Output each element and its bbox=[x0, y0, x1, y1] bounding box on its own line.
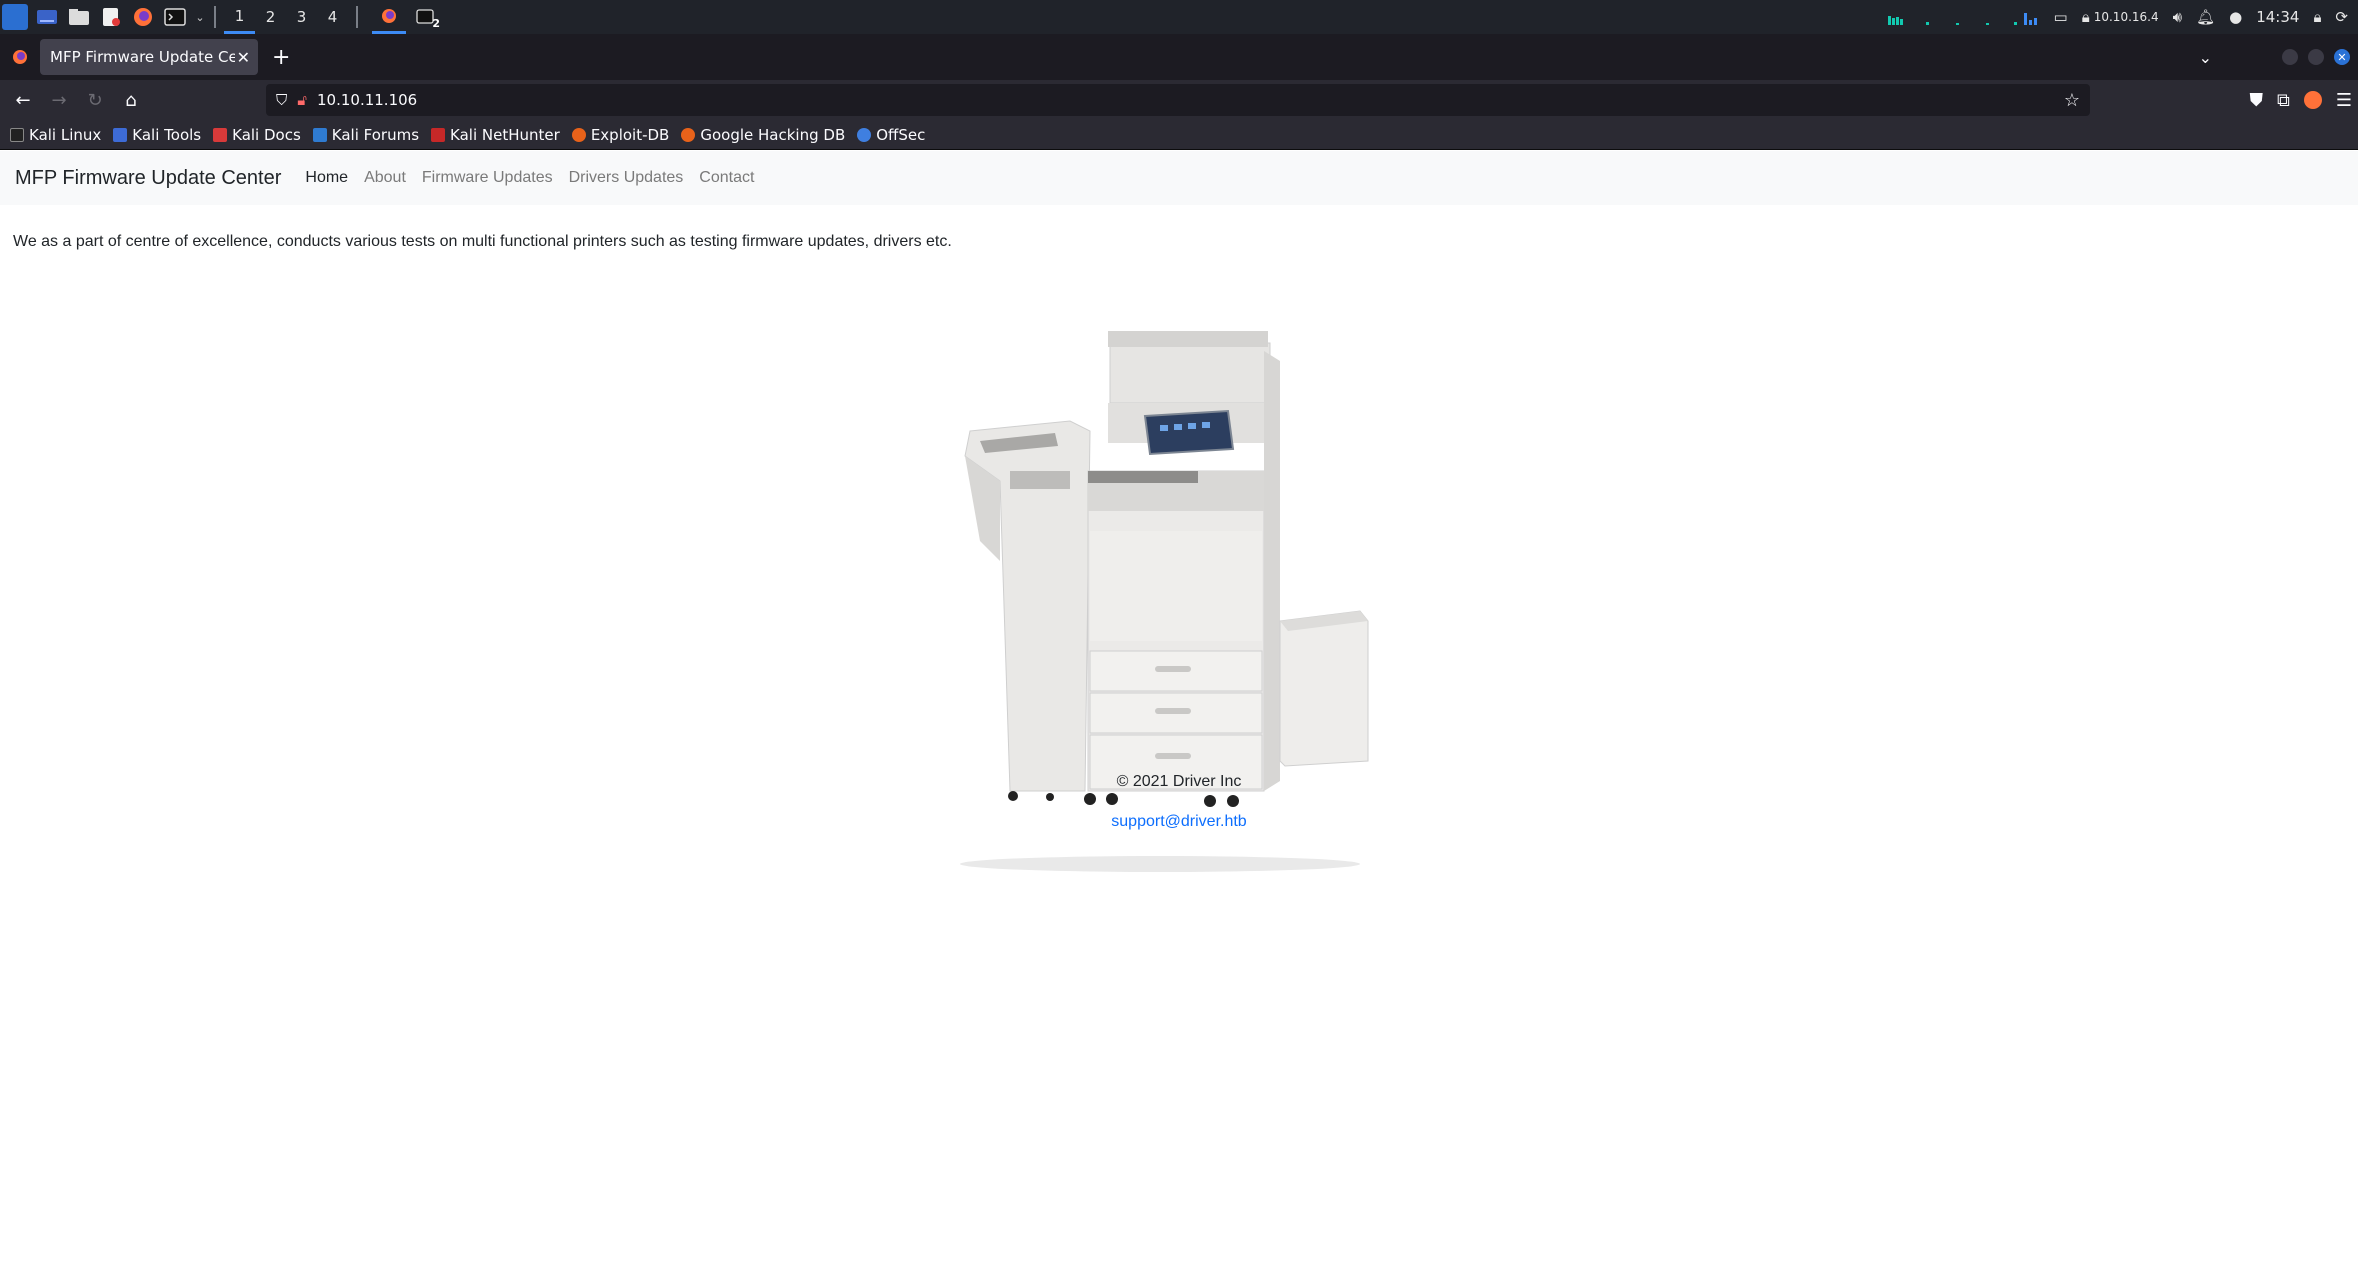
bookmark-exploit-db[interactable]: Exploit-DB bbox=[571, 125, 670, 144]
lock-screen-icon[interactable]: 🔒︎ bbox=[2313, 8, 2321, 26]
logout-icon[interactable]: ⟳ bbox=[2335, 8, 2348, 26]
kali-tools-icon bbox=[113, 127, 128, 142]
forward-arrow-icon[interactable]: → bbox=[41, 82, 77, 118]
terminal-window-icon[interactable]: 2 bbox=[412, 4, 440, 30]
list-tabs-icon[interactable]: ⌄ bbox=[2199, 48, 2212, 67]
account-icon[interactable] bbox=[2303, 91, 2322, 109]
close-window-button[interactable]: ✕ bbox=[2334, 49, 2350, 65]
bookmarks-bar: Kali Linux Kali Tools Kali Docs Kali For… bbox=[0, 120, 2358, 150]
terminal-icon[interactable] bbox=[162, 4, 188, 30]
shield-icon[interactable]: ⛉ bbox=[276, 91, 287, 109]
browser-navbar: ← → ↻ ⌂ ⛉ 🔓︎ 10.10.11.106 ☆ ⛊ ⧉ ☰ bbox=[0, 80, 2358, 120]
desktop-icon[interactable] bbox=[34, 4, 60, 30]
bookmark-label: Google Hacking DB bbox=[700, 125, 846, 144]
insecure-lock-icon[interactable]: 🔓︎ bbox=[297, 91, 307, 109]
new-tab-icon[interactable]: + bbox=[272, 45, 290, 70]
workspace-2[interactable]: 2 bbox=[255, 0, 286, 34]
workspace-3[interactable]: 3 bbox=[286, 0, 317, 34]
bookmark-label: Exploit-DB bbox=[590, 125, 670, 144]
nav-about[interactable]: About bbox=[364, 169, 406, 187]
bookmark-kali-linux[interactable]: Kali Linux bbox=[10, 126, 101, 144]
vpn-lock-icon: 🔒︎ bbox=[2081, 8, 2090, 26]
bookmark-label: Kali Forums bbox=[331, 125, 420, 144]
bookmark-offsec[interactable]: OffSec bbox=[857, 126, 925, 144]
browser-tab-strip: MFP Firmware Update Center ✕ + ⌄ ✕ bbox=[0, 34, 2358, 80]
kali-menu-icon[interactable] bbox=[2, 4, 28, 30]
bookmark-label: Kali Linux bbox=[29, 125, 102, 144]
url-bar[interactable]: ⛉ 🔓︎ 10.10.11.106 ☆ bbox=[266, 84, 2090, 116]
screen-icon[interactable]: ▭ bbox=[2054, 8, 2068, 26]
nav-firmware-updates[interactable]: Firmware Updates bbox=[422, 169, 553, 187]
firefox-window-icon[interactable] bbox=[372, 0, 406, 34]
minimize-window-button[interactable] bbox=[2282, 49, 2298, 65]
home-icon[interactable]: ⌂ bbox=[113, 82, 149, 118]
kali-forums-icon bbox=[312, 127, 327, 142]
power-status-icon[interactable]: ● bbox=[2229, 8, 2242, 26]
nav-contact[interactable]: Contact bbox=[699, 169, 754, 187]
bookmark-kali-docs[interactable]: Kali Docs bbox=[213, 126, 301, 144]
tab-close-icon[interactable]: ✕ bbox=[237, 48, 250, 67]
workspace-1[interactable]: 1 bbox=[224, 0, 255, 34]
terminal-count-badge: 2 bbox=[432, 17, 440, 30]
support-email-link[interactable]: support@driver.htb bbox=[0, 813, 2358, 831]
workspace-4[interactable]: 4 bbox=[317, 0, 348, 34]
web-page: MFP Firmware Update Center Home About Fi… bbox=[0, 151, 2358, 1278]
offsec-icon bbox=[857, 127, 872, 142]
site-navbar: MFP Firmware Update Center Home About Fi… bbox=[0, 151, 2358, 205]
tab-title: MFP Firmware Update Center bbox=[50, 48, 235, 66]
bookmark-kali-forums[interactable]: Kali Forums bbox=[312, 125, 420, 144]
volume-icon[interactable]: 🔊︎ bbox=[2173, 8, 2182, 26]
browser-tab-active[interactable]: MFP Firmware Update Center ✕ bbox=[40, 39, 258, 75]
ghdb-icon bbox=[681, 127, 696, 142]
bookmark-kali-nethunter[interactable]: Kali NetHunter bbox=[431, 126, 560, 144]
printer-image bbox=[940, 321, 1420, 891]
firefox-icon[interactable] bbox=[130, 4, 156, 30]
firefox-view-icon[interactable] bbox=[8, 45, 32, 69]
taskbar-divider bbox=[356, 6, 358, 28]
kali-docs-icon bbox=[213, 127, 228, 142]
nav-home[interactable]: Home bbox=[305, 169, 348, 187]
reload-icon[interactable]: ↻ bbox=[77, 82, 113, 118]
kali-dragon-icon bbox=[10, 127, 24, 142]
chevron-down-icon[interactable]: ⌄ bbox=[194, 4, 206, 30]
file-manager-icon[interactable] bbox=[66, 4, 92, 30]
bookmark-kali-tools[interactable]: Kali Tools bbox=[113, 126, 201, 144]
bookmark-label: Kali NetHunter bbox=[450, 125, 560, 144]
clock[interactable]: 14:34 bbox=[2256, 8, 2299, 26]
text-editor-icon[interactable] bbox=[98, 4, 124, 30]
intro-text: We as a part of centre of excellence, co… bbox=[13, 233, 952, 250]
url-text[interactable]: 10.10.11.106 bbox=[317, 91, 417, 109]
system-tray: ▭ 🔒︎ 10.10.16.4 🔊︎ 🔔︎ ● 14:34 🔒︎ ⟳ bbox=[1886, 0, 2358, 34]
back-arrow-icon[interactable]: ← bbox=[5, 82, 41, 118]
extensions-icon[interactable]: ⧉ bbox=[2277, 90, 2290, 111]
maximize-window-button[interactable] bbox=[2308, 49, 2324, 65]
bookmark-label: Kali Tools bbox=[132, 125, 202, 144]
taskbar-divider bbox=[214, 6, 216, 28]
vpn-ip: 10.10.16.4 bbox=[2093, 10, 2159, 24]
nav-drivers-updates[interactable]: Drivers Updates bbox=[569, 169, 684, 187]
nethunter-icon bbox=[431, 127, 446, 142]
bookmark-star-icon[interactable]: ☆ bbox=[2064, 90, 2080, 111]
site-brand[interactable]: MFP Firmware Update Center bbox=[15, 167, 281, 190]
bookmark-label: Kali Docs bbox=[232, 125, 301, 144]
exploit-db-icon bbox=[571, 127, 586, 142]
footer-copyright: © 2021 Driver Inc bbox=[1116, 773, 1242, 790]
notification-bell-icon[interactable]: 🔔︎ bbox=[2196, 8, 2215, 26]
os-taskbar: ⌄ 1 2 3 4 2 ▭ 🔒︎ 10.10.16.4 🔊︎ 🔔︎ ● 14:3… bbox=[0, 0, 2358, 34]
network-graph bbox=[1886, 7, 2040, 27]
pocket-icon[interactable]: ⛊ bbox=[2250, 90, 2264, 111]
bookmark-google-hacking-db[interactable]: Google Hacking DB bbox=[681, 126, 845, 144]
menu-hamburger-icon[interactable]: ☰ bbox=[2336, 90, 2352, 111]
bookmark-label: OffSec bbox=[876, 125, 926, 144]
